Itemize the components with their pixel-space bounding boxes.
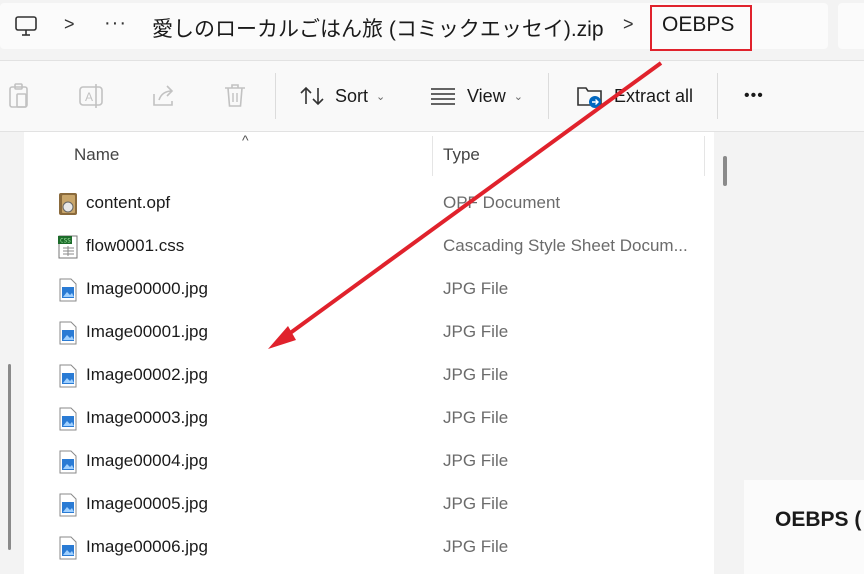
file-type: JPG File <box>443 494 509 513</box>
file-name: Image00006.jpg <box>86 537 208 556</box>
file-type: Cascading Style Sheet Docum... <box>443 236 688 255</box>
share-icon <box>153 85 174 106</box>
file-type: JPG File <box>443 537 509 556</box>
nav-pane-scrollbar[interactable] <box>8 364 11 550</box>
breadcrumb-overflow-button[interactable]: ··· <box>104 12 127 35</box>
sort-ascending-icon: ^ <box>242 132 249 148</box>
paste-button[interactable] <box>6 61 32 131</box>
file-type: OPF Document <box>443 193 561 212</box>
file-type: JPG File <box>443 365 509 384</box>
file-row[interactable]: Image00002.jpg JPG File <box>24 354 714 397</box>
sort-label: Sort <box>335 85 369 106</box>
trash-icon <box>225 84 245 107</box>
jpg-file-icon <box>58 450 78 474</box>
extract-folder-icon <box>577 87 602 108</box>
file-list-scrollbar[interactable] <box>723 156 727 186</box>
file-row[interactable]: CSS flow0001.css Cascading Style Sheet Doc… <box>24 225 714 268</box>
svg-text:CSS: CSS <box>60 238 71 245</box>
toolbar-divider <box>275 73 276 119</box>
breadcrumb-chevron-icon[interactable]: > <box>64 14 75 35</box>
extract-all-button[interactable]: Extract all <box>576 61 693 131</box>
file-name: Image00000.jpg <box>86 279 208 298</box>
jpg-file-icon <box>58 278 78 302</box>
share-button[interactable] <box>150 61 178 131</box>
chevron-down-icon: ⌄ <box>376 90 386 103</box>
details-title: OEBPS ( <box>775 508 862 531</box>
command-bar: A Sort ⌄ View ⌄ Extract all ••• <box>0 61 864 132</box>
jpg-file-icon <box>58 493 78 517</box>
file-row[interactable]: content.opf OPF Document <box>24 182 714 225</box>
search-box[interactable] <box>838 3 864 49</box>
jpg-file-icon <box>58 407 78 431</box>
file-row[interactable]: Image00001.jpg JPG File <box>24 311 714 354</box>
svg-text:A: A <box>85 90 93 104</box>
toolbar-divider <box>717 73 718 119</box>
jpg-file-icon <box>58 321 78 345</box>
file-type: JPG File <box>443 322 509 341</box>
file-row[interactable]: Image00003.jpg JPG File <box>24 397 714 440</box>
sort-icon <box>300 86 324 106</box>
delete-button[interactable] <box>222 61 248 131</box>
address-bar: > ··· 愛しのローカルごはん旅 (コミックエッセイ).zip > OEBPS <box>0 0 864 60</box>
sort-button[interactable]: Sort ⌄ <box>299 61 385 131</box>
file-name: flow0001.css <box>86 236 185 255</box>
file-row[interactable]: Image00004.jpg JPG File <box>24 440 714 483</box>
file-name: Image00001.jpg <box>86 322 208 341</box>
jpg-file-icon <box>58 364 78 388</box>
column-type[interactable]: Type <box>443 145 480 165</box>
file-name: Image00003.jpg <box>86 408 208 427</box>
column-divider[interactable] <box>432 136 433 176</box>
paste-icon <box>9 83 28 108</box>
opf-file-icon <box>58 192 78 215</box>
column-name[interactable]: Name <box>74 145 119 165</box>
toolbar-divider <box>548 73 549 119</box>
jpg-file-icon <box>58 536 78 560</box>
file-name: Image00004.jpg <box>86 451 208 470</box>
breadcrumb-chevron-icon[interactable]: > <box>623 14 634 35</box>
column-divider[interactable] <box>704 136 705 176</box>
extract-all-label: Extract all <box>614 85 694 106</box>
file-type: JPG File <box>443 279 509 298</box>
view-label: View <box>467 85 506 106</box>
rename-button[interactable]: A <box>78 61 106 131</box>
see-more-button[interactable]: ••• <box>744 61 764 131</box>
file-row[interactable]: Image00000.jpg JPG File <box>24 268 714 311</box>
file-type: JPG File <box>443 408 509 427</box>
this-pc-icon[interactable] <box>14 14 38 43</box>
rename-icon: A <box>79 84 103 108</box>
view-button[interactable]: View ⌄ <box>429 61 523 131</box>
file-name: Image00005.jpg <box>86 494 208 513</box>
file-name: Image00002.jpg <box>86 365 208 384</box>
chevron-down-icon: ⌄ <box>513 90 523 103</box>
file-row[interactable]: Image00006.jpg JPG File <box>24 526 714 569</box>
file-row[interactable]: Image00005.jpg JPG File <box>24 483 714 526</box>
annotation-highlight-box <box>650 5 752 51</box>
column-header: ^ Name Type <box>24 132 714 176</box>
file-type: JPG File <box>443 451 509 470</box>
breadcrumb-zip[interactable]: 愛しのローカルごはん旅 (コミックエッセイ).zip <box>152 13 604 43</box>
css-file-icon: CSS <box>58 235 78 259</box>
file-name: content.opf <box>86 193 171 212</box>
view-icon <box>431 88 455 105</box>
file-list: ^ Name Type content.opf OPF Document CSS fl… <box>24 132 714 574</box>
